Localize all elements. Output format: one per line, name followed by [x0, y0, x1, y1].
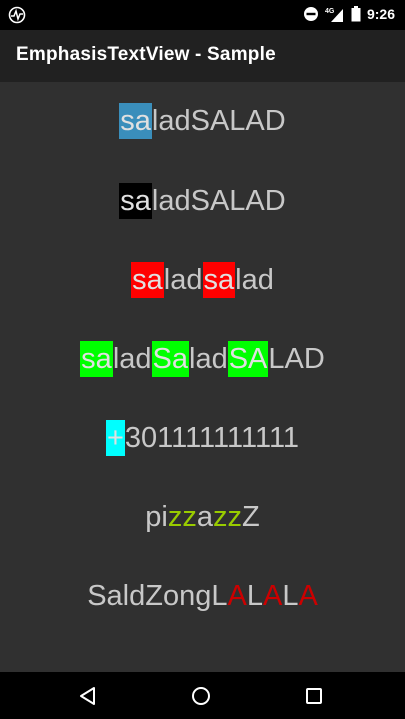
emphasis-segment: sa [131, 262, 164, 298]
text-segment: A [298, 580, 318, 612]
text-segment: lad [189, 343, 228, 375]
text-segment: A [262, 580, 283, 612]
status-bar: 4G 9:26 [0, 0, 405, 30]
recents-icon[interactable] [302, 684, 326, 708]
text-segment: L [246, 580, 263, 612]
text-segment: a [196, 501, 213, 533]
sample-row: saladSaladSALAD [0, 341, 405, 377]
do-not-disturb-icon [303, 7, 318, 21]
emphasis-segment: sa [119, 103, 152, 139]
sample-row: saladSALAD [0, 103, 405, 139]
battery-icon [351, 6, 361, 22]
emphasis-segment: sa [80, 341, 113, 377]
text-segment: lad [112, 343, 152, 375]
network-label: 4G [325, 8, 335, 15]
text-segment: L [282, 580, 299, 612]
status-time: 9:26 [366, 6, 395, 22]
sample-list: saladSALAD saladSALAD saladsalad saladSa… [0, 82, 405, 672]
emphasis-segment: sa [119, 183, 152, 219]
emphasis-segment: + [105, 420, 125, 456]
sample-row: saladsalad [0, 262, 405, 298]
text-segment: ladSALAD [151, 105, 286, 137]
signal-icon: 4G [325, 8, 343, 22]
emphasis-segment: Sa [151, 341, 189, 377]
text-segment: zz [213, 501, 242, 533]
sample-row: pizzazzZ [0, 499, 405, 535]
app-bar: EmphasisTextView - Sample [0, 30, 405, 82]
text-segment: SaldZongL [87, 580, 228, 612]
app-title: EmphasisTextView - Sample [16, 44, 276, 65]
activity-icon [8, 6, 26, 24]
back-icon[interactable] [76, 684, 100, 708]
sample-row: +301111111111 [0, 420, 405, 456]
text-segment: lad [163, 264, 203, 296]
text-segment: ladSALAD [151, 185, 286, 217]
text-segment: pi [145, 501, 168, 533]
text-segment: zz [167, 501, 197, 533]
navigation-bar [0, 672, 405, 719]
home-icon[interactable] [189, 684, 213, 708]
text-segment: Z [242, 501, 260, 533]
text-segment: A [227, 580, 247, 612]
sample-row: SaldZongLALALA [0, 578, 405, 614]
emphasis-segment: SA [227, 341, 269, 377]
text-segment: LAD [268, 343, 325, 375]
sample-row: saladSALAD [0, 183, 405, 219]
text-segment: 301111111111 [124, 422, 300, 454]
emphasis-segment: sa [202, 262, 236, 298]
text-segment: lad [235, 264, 274, 296]
